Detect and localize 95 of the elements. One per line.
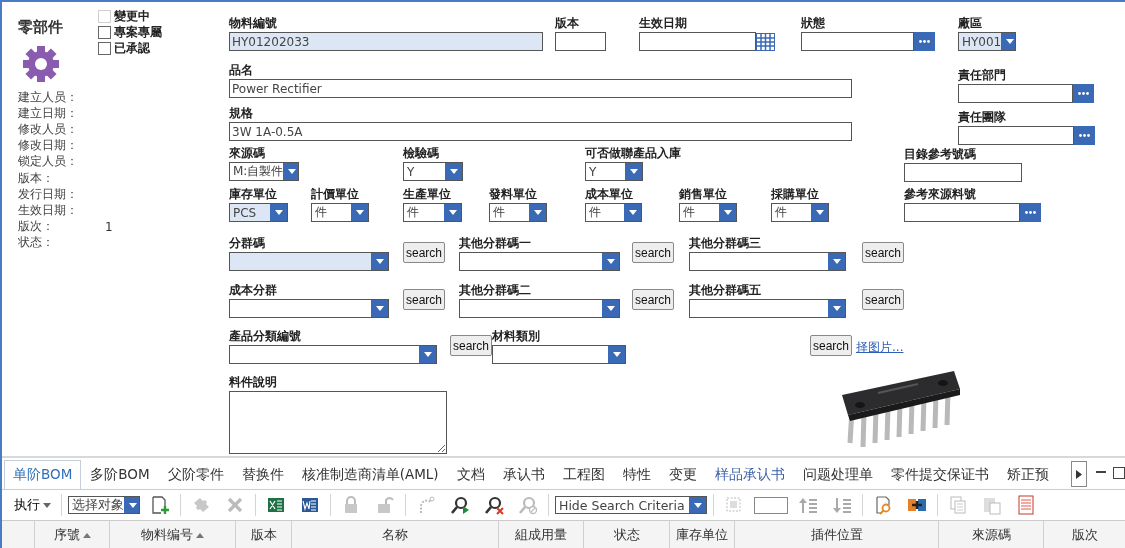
column-header[interactable]: 物料编号: [110, 521, 236, 548]
info-label: 版本：: [18, 169, 55, 187]
choose-image-link[interactable]: 择图片...: [856, 329, 904, 356]
tab[interactable]: 特性: [613, 460, 660, 489]
field-label: 庫存單位: [229, 187, 277, 203]
info-label: 建立日期：: [18, 104, 79, 122]
search-button[interactable]: search: [862, 289, 905, 310]
info-label: 状态：: [18, 234, 55, 252]
search-button[interactable]: search: [632, 289, 675, 310]
dropdown[interactable]: 件: [311, 203, 369, 222]
field-label: 成本分群: [229, 283, 277, 299]
field-label: 責任團隊: [958, 110, 1006, 126]
search-button[interactable]: search: [862, 242, 905, 263]
field-label: 其他分群碼一: [459, 236, 531, 252]
field-label: 狀態: [801, 16, 825, 32]
field-label: 其他分群碼三: [689, 236, 761, 252]
column-header[interactable]: 状态: [584, 521, 670, 548]
field-label: 其他分群碼二: [459, 283, 531, 299]
search-button[interactable]: search: [810, 335, 853, 356]
field-label: 廠區: [958, 16, 982, 32]
info-label: 修改日期：: [18, 137, 79, 155]
checkbox-label: 已承認: [114, 39, 150, 57]
field-label: 銷售單位: [679, 187, 727, 203]
tab[interactable]: 多阶BOM: [81, 460, 159, 489]
field-label: 版本: [555, 16, 579, 32]
tab[interactable]: 矫正预: [997, 460, 1058, 489]
page-title: 零部件: [18, 18, 64, 37]
dropdown[interactable]: 件: [403, 203, 462, 222]
dropdown[interactable]: Y: [403, 162, 463, 181]
text-field[interactable]: 3W 1A-0.5A: [229, 122, 852, 141]
field-label: 生效日期: [639, 16, 687, 32]
tab[interactable]: 零件提交保证书: [881, 460, 998, 489]
column-header[interactable]: 來源碼: [939, 521, 1044, 548]
search-button[interactable]: search: [403, 242, 446, 263]
search-button[interactable]: search: [403, 289, 446, 310]
info-label: 生效日期：: [18, 201, 79, 219]
info-value: 1: [105, 219, 113, 234]
field-label: 責任部門: [958, 68, 1006, 84]
field-label: 材料類別: [492, 329, 540, 345]
column-header[interactable]: 插件位置: [735, 521, 939, 548]
column-header[interactable]: 版本: [236, 521, 292, 548]
text-field[interactable]: Power Rectifier: [229, 79, 852, 98]
dropdown[interactable]: HY001: [958, 32, 1016, 51]
field-label: 參考來源料號: [904, 187, 976, 203]
tab[interactable]: 承认书: [493, 460, 554, 489]
tab[interactable]: 问题处理单: [793, 460, 882, 489]
tab[interactable]: 父阶零件: [158, 460, 233, 489]
tab[interactable]: 工程图: [553, 460, 614, 489]
field-label: 料件說明: [229, 375, 277, 391]
field-label: 目錄參考號碼: [904, 147, 976, 163]
column-header[interactable]: 版次: [1044, 521, 1125, 548]
field-label: 物料編號: [229, 16, 277, 32]
field-label: 成本單位: [585, 187, 633, 203]
info-label: 版次：: [18, 218, 55, 236]
field-label: 來源碼: [229, 146, 265, 162]
object-dropdown[interactable]: 选择对象: [68, 496, 140, 514]
field-label: 計價單位: [311, 187, 359, 203]
column-header[interactable]: 名称: [292, 521, 499, 548]
column-header[interactable]: 組成用量: [499, 521, 584, 548]
field-label: 其他分群碼五: [689, 283, 761, 299]
tab[interactable]: 单阶BOM: [4, 460, 82, 489]
search-button[interactable]: search: [632, 242, 675, 263]
dropdown[interactable]: 件: [771, 203, 829, 222]
field-label: 分群碼: [229, 236, 265, 252]
dropdown[interactable]: PCS: [229, 203, 288, 222]
info-label: 锁定人员：: [18, 153, 79, 171]
info-label: 修改人员：: [18, 120, 79, 138]
field-label: 規格: [229, 106, 253, 122]
text-field[interactable]: HY01202033: [229, 32, 543, 51]
field-label: 可否做聯產品入庫: [585, 146, 681, 162]
execute-menu[interactable]: 执行: [10, 496, 55, 514]
dropdown[interactable]: Y: [585, 162, 643, 181]
field-label: 品名: [229, 63, 253, 79]
tab[interactable]: 变更: [659, 460, 706, 489]
tab[interactable]: 样品承认书: [705, 460, 794, 489]
field-label: 檢驗碼: [403, 146, 439, 162]
tab[interactable]: 核准制造商清单(AML): [292, 460, 448, 489]
field-label: 採購單位: [771, 187, 819, 203]
field-label: 生產單位: [403, 187, 451, 203]
field-label: 產品分類編號: [229, 329, 301, 345]
dropdown[interactable]: 件: [679, 203, 737, 222]
column-header[interactable]: 序號: [35, 521, 110, 548]
dropdown[interactable]: 件: [585, 203, 642, 222]
info-label: 建立人员：: [18, 88, 79, 106]
tab[interactable]: 文档: [447, 460, 494, 489]
tab[interactable]: 替换件: [232, 460, 293, 489]
checkbox-label: 變更中: [114, 7, 150, 25]
search-button[interactable]: search: [450, 335, 493, 356]
info-label: 发行日期：: [18, 185, 79, 203]
column-header[interactable]: 庫存单位: [670, 521, 735, 548]
dropdown[interactable]: M:自製件: [229, 162, 299, 181]
checkbox-label: 專案專屬: [114, 23, 162, 41]
dropdown[interactable]: 件: [489, 203, 547, 222]
field-label: 發料單位: [489, 187, 537, 203]
criteria-dropdown[interactable]: Hide Search Criteria: [555, 496, 707, 514]
